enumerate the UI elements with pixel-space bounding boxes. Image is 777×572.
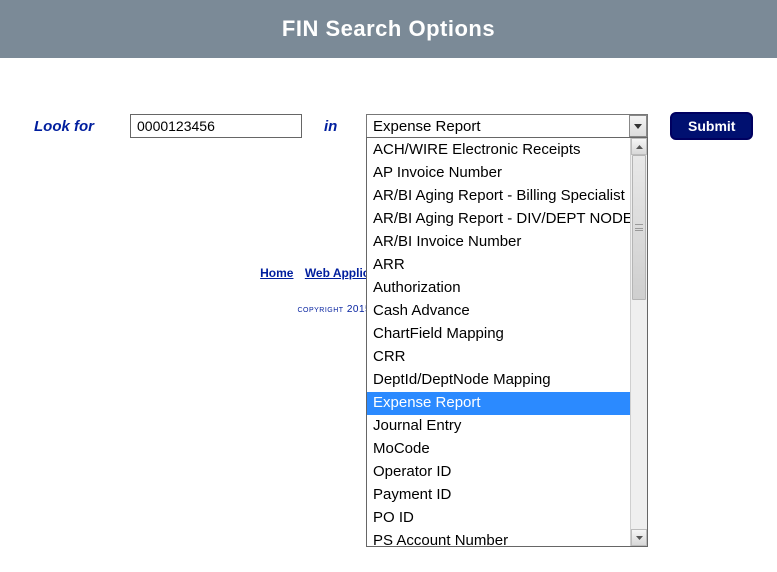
dropdown-option[interactable]: ARR — [367, 254, 630, 277]
dropdown-option[interactable]: Payment ID — [367, 484, 630, 507]
dropdown-option[interactable]: Authorization — [367, 277, 630, 300]
dropdown-option[interactable]: Journal Entry — [367, 415, 630, 438]
dropdown-list[interactable]: ACH/WIRE Electronic ReceiptsAP Invoice N… — [367, 138, 630, 546]
dropdown-option[interactable]: PO ID — [367, 507, 630, 530]
scroll-down-icon[interactable] — [631, 529, 647, 546]
dropdown-option[interactable]: DeptId/DeptNode Mapping — [367, 369, 630, 392]
in-label: in — [324, 118, 366, 135]
select-value: Expense Report — [373, 118, 481, 135]
dropdown-option[interactable]: AR/BI Aging Report - Billing Specialist — [367, 185, 630, 208]
look-for-input[interactable] — [130, 114, 302, 138]
scroll-up-icon[interactable] — [631, 138, 647, 155]
scroll-track[interactable] — [631, 155, 647, 529]
dropdown-option[interactable]: Expense Report — [367, 392, 630, 415]
dropdown-option[interactable]: CRR — [367, 346, 630, 369]
search-row: Look for in Expense Report ACH/WIRE Elec… — [0, 112, 777, 140]
look-for-label: Look for — [34, 118, 130, 135]
submit-button[interactable]: Submit — [670, 112, 753, 140]
dropdown-panel: ACH/WIRE Electronic ReceiptsAP Invoice N… — [366, 137, 648, 547]
scrollbar[interactable] — [630, 138, 647, 546]
banner: FIN Search Options — [0, 0, 777, 58]
grip-icon — [635, 224, 643, 231]
dropdown-option[interactable]: AR/BI Aging Report - DIV/DEPT NODE — [367, 208, 630, 231]
dropdown-option[interactable]: Cash Advance — [367, 300, 630, 323]
dropdown-option[interactable]: Operator ID — [367, 461, 630, 484]
dropdown-option[interactable]: ChartField Mapping — [367, 323, 630, 346]
select-display[interactable]: Expense Report — [366, 114, 648, 138]
dropdown-option[interactable]: AR/BI Invoice Number — [367, 231, 630, 254]
dropdown-option[interactable]: AP Invoice Number — [367, 162, 630, 185]
footer-link[interactable]: Home — [260, 266, 293, 280]
page-title: FIN Search Options — [282, 16, 495, 42]
dropdown-option[interactable]: MoCode — [367, 438, 630, 461]
dropdown-option[interactable]: ACH/WIRE Electronic Receipts — [367, 139, 630, 162]
chevron-down-icon[interactable] — [629, 115, 647, 137]
scroll-thumb[interactable] — [632, 155, 646, 300]
category-select[interactable]: Expense Report ACH/WIRE Electronic Recei… — [366, 114, 648, 138]
dropdown-option[interactable]: PS Account Number — [367, 530, 630, 546]
